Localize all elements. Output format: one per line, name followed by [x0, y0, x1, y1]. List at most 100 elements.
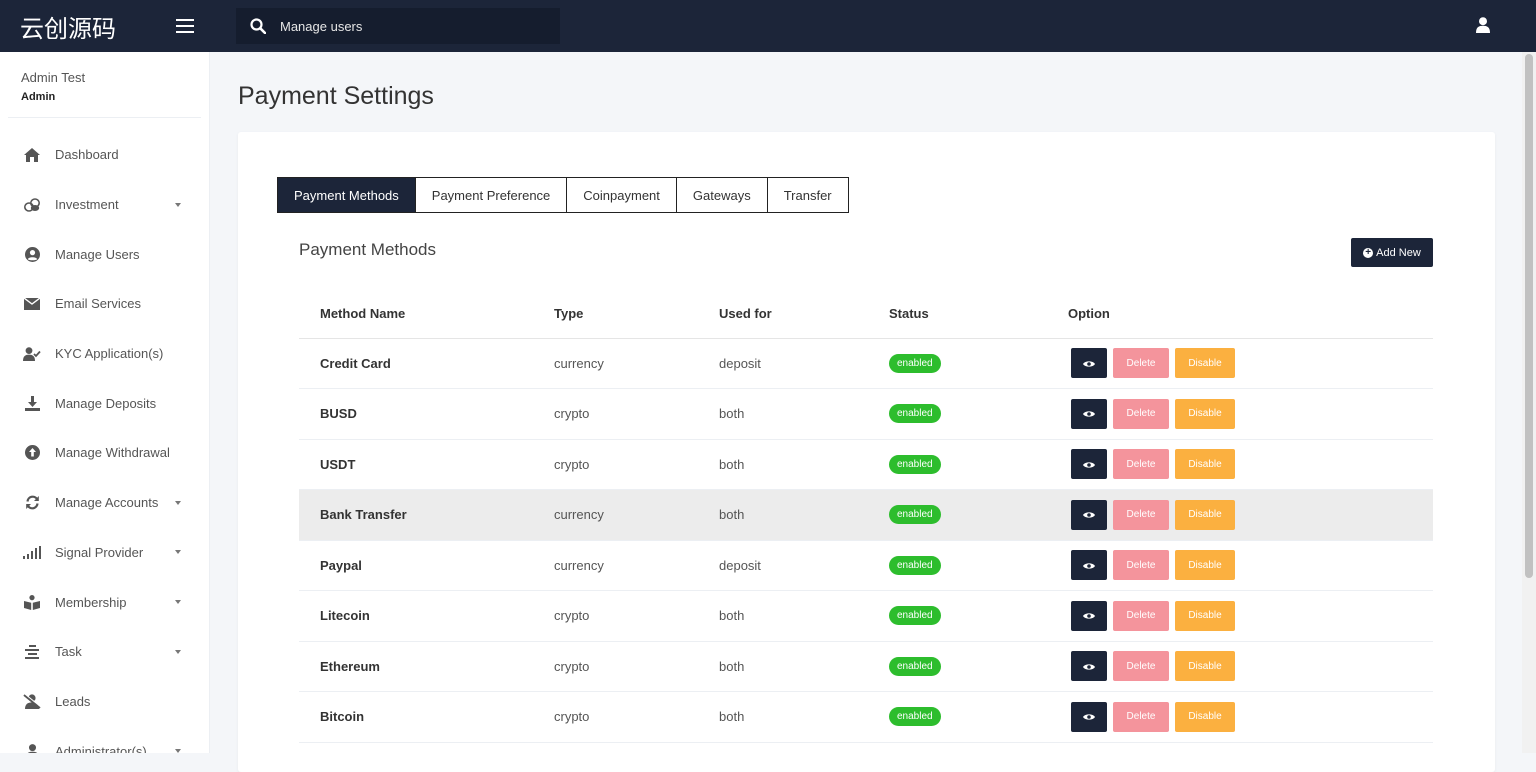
- view-button[interactable]: [1071, 651, 1107, 682]
- brand: 云创源码: [0, 9, 210, 44]
- used-for-cell: both: [719, 590, 889, 642]
- status-badge: enabled: [889, 656, 941, 676]
- option-cell: Delete Disable: [1068, 691, 1433, 743]
- method-name-cell: Bitcoin: [299, 691, 554, 743]
- tab-coinpayment[interactable]: Coinpayment: [567, 178, 677, 212]
- tab-transfer[interactable]: Transfer: [767, 178, 848, 212]
- disable-button[interactable]: Disable: [1175, 550, 1235, 581]
- used-for-cell: deposit: [719, 338, 889, 389]
- add-new-label: Add New: [1376, 246, 1421, 259]
- sidebar-item-label: KYC Application(s): [55, 346, 164, 362]
- view-button[interactable]: [1071, 550, 1107, 581]
- sidebar-item-label: Email Services: [55, 296, 141, 312]
- scrollbar-thumb[interactable]: [1525, 54, 1533, 578]
- delete-button[interactable]: Delete: [1113, 499, 1169, 530]
- view-button[interactable]: [1071, 701, 1107, 732]
- sidebar-item-label: Manage Users: [55, 246, 140, 262]
- table-header-row: Method Name Type Used for Status Option: [299, 292, 1433, 339]
- disable-button[interactable]: Disable: [1175, 499, 1235, 530]
- table-body: Credit Card currency deposit enabled Delete D…: [299, 338, 1433, 743]
- option-cell: Delete Disable: [1068, 388, 1433, 440]
- sidebar-item-dashboard[interactable]: Dashboard: [0, 130, 209, 180]
- row-actions: Delete Disable: [1068, 398, 1433, 429]
- user-icon: [23, 742, 41, 753]
- method-name-cell: Credit Card: [299, 338, 554, 389]
- view-button[interactable]: [1071, 600, 1107, 631]
- status-cell: enabled: [889, 691, 1068, 743]
- tab-payment-preference[interactable]: Payment Preference: [415, 178, 568, 212]
- profile-role: Admin: [21, 91, 56, 103]
- disable-button[interactable]: Disable: [1175, 449, 1235, 480]
- disable-button[interactable]: Disable: [1175, 600, 1235, 631]
- column-header-type: Type: [554, 292, 719, 339]
- sidebar-item-signal-provider[interactable]: Signal Provider: [0, 528, 209, 578]
- status-cell: enabled: [889, 439, 1068, 490]
- sidebar-item-label: Membership: [55, 594, 127, 610]
- view-button[interactable]: [1071, 449, 1107, 480]
- delete-button[interactable]: Delete: [1113, 600, 1169, 631]
- disable-button[interactable]: Disable: [1175, 701, 1235, 732]
- method-name-cell: USDT: [299, 439, 554, 490]
- sidebar-item-label: Manage Accounts: [55, 495, 159, 511]
- chevron-down-icon: [175, 749, 181, 753]
- view-button[interactable]: [1071, 348, 1107, 379]
- sidebar-item-kyc-applications[interactable]: KYC Application(s): [0, 329, 209, 379]
- delete-button[interactable]: Delete: [1113, 449, 1169, 480]
- option-cell: Delete Disable: [1068, 540, 1433, 591]
- user-account-icon[interactable]: [1476, 17, 1490, 38]
- eye-icon: [1083, 558, 1095, 573]
- search-icon[interactable]: [250, 18, 266, 34]
- brand-logo[interactable]: 云创源码: [20, 9, 116, 44]
- delete-button[interactable]: Delete: [1113, 348, 1169, 379]
- sidebar-item-label: Task: [55, 644, 82, 660]
- user-slash-icon: [23, 692, 41, 710]
- row-actions: Delete Disable: [1068, 348, 1433, 379]
- eye-icon: [1083, 507, 1095, 522]
- add-new-button[interactable]: + Add New: [1351, 238, 1433, 267]
- delete-button[interactable]: Delete: [1113, 701, 1169, 732]
- view-button[interactable]: [1071, 499, 1107, 530]
- sidebar-item-manage-withdrawal[interactable]: Manage Withdrawal: [0, 428, 209, 478]
- sidebar-item-membership[interactable]: Membership: [0, 577, 209, 627]
- sidebar-item-task[interactable]: Task: [0, 627, 209, 677]
- column-header-status: Status: [889, 292, 1068, 339]
- sidebar-item-label: Manage Withdrawal: [55, 445, 170, 461]
- used-for-cell: deposit: [719, 540, 889, 591]
- delete-button[interactable]: Delete: [1113, 398, 1169, 429]
- page-scrollbar[interactable]: [1522, 52, 1536, 753]
- tab-payment-methods[interactable]: Payment Methods: [278, 178, 416, 212]
- column-header-option: Option: [1068, 292, 1433, 339]
- option-cell: Delete Disable: [1068, 590, 1433, 642]
- sidebar-item-manage-users[interactable]: Manage Users: [0, 229, 209, 279]
- eye-icon: [1083, 356, 1095, 371]
- disable-button[interactable]: Disable: [1175, 651, 1235, 682]
- sidebar-item-manage-accounts[interactable]: Manage Accounts: [0, 478, 209, 528]
- tab-gateways[interactable]: Gateways: [676, 178, 768, 212]
- sidebar-item-administrators[interactable]: Administrator(s): [0, 726, 209, 753]
- search-input[interactable]: [280, 18, 520, 34]
- home-icon: [23, 146, 41, 164]
- delete-button[interactable]: Delete: [1113, 651, 1169, 682]
- sidebar-item-label: Dashboard: [55, 147, 119, 163]
- status-badge: enabled: [889, 454, 941, 474]
- chevron-down-icon: [175, 600, 181, 605]
- column-header-method-name: Method Name: [299, 292, 554, 339]
- disable-button[interactable]: Disable: [1175, 398, 1235, 429]
- sidebar-item-label: Administrator(s): [55, 743, 147, 753]
- sidebar-item-leads[interactable]: Leads: [0, 677, 209, 727]
- disable-button[interactable]: Disable: [1175, 348, 1235, 379]
- delete-button[interactable]: Delete: [1113, 550, 1169, 581]
- menu-toggle-icon[interactable]: [176, 19, 194, 33]
- table-row: Ethereum crypto both enabled Delete Disable: [299, 641, 1433, 692]
- used-for-cell: both: [719, 691, 889, 743]
- used-for-cell: both: [719, 439, 889, 490]
- option-cell: Delete Disable: [1068, 489, 1433, 541]
- view-button[interactable]: [1071, 398, 1107, 429]
- sidebar-item-email-services[interactable]: Email Services: [0, 279, 209, 329]
- sidebar-item-manage-deposits[interactable]: Manage Deposits: [0, 378, 209, 428]
- sidebar-item-investment[interactable]: Investment: [0, 180, 209, 230]
- payment-methods-table: Method Name Type Used for Status Option …: [299, 292, 1433, 743]
- signal-icon: [23, 543, 41, 561]
- status-cell: enabled: [889, 540, 1068, 591]
- sidebar-item-label: Leads: [55, 693, 91, 709]
